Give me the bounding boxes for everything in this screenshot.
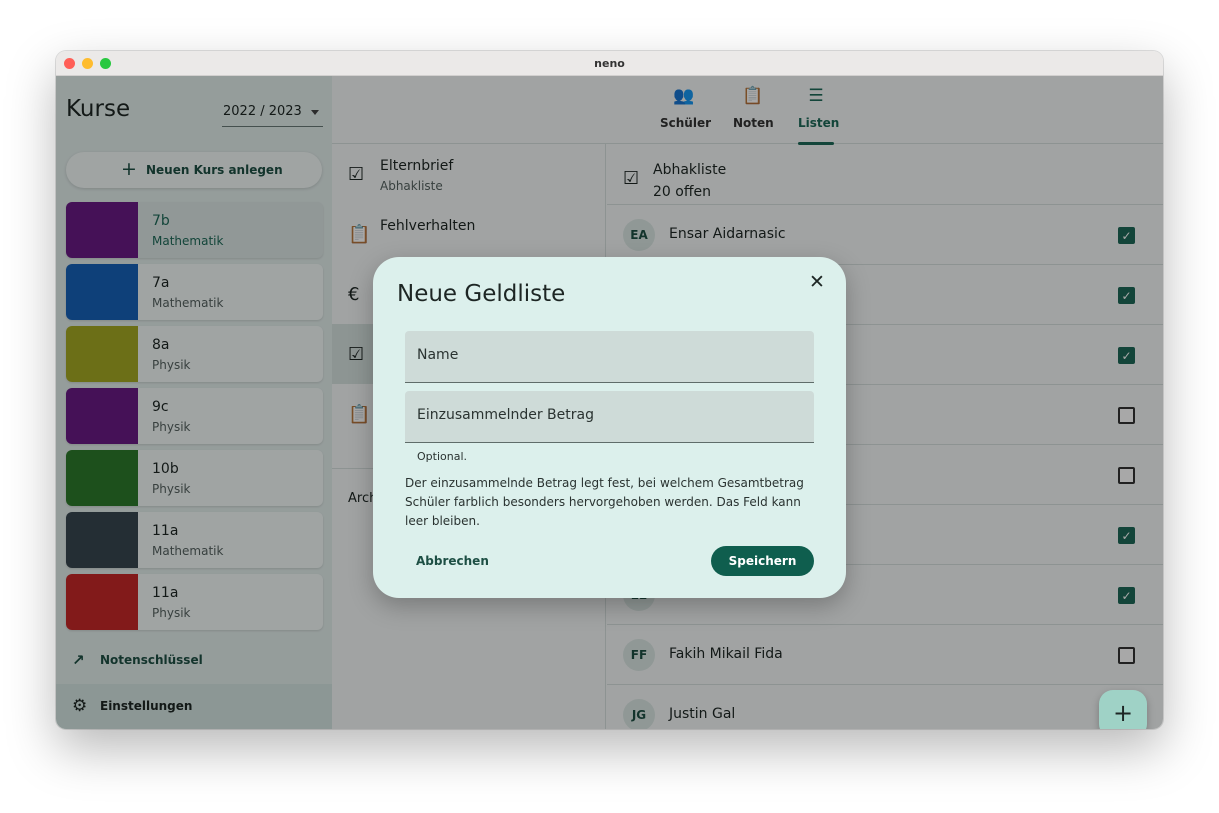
new-money-list-dialog: Neue Geldliste ✕ Name Einzusammelnder Be… <box>373 257 846 598</box>
amount-field[interactable]: Einzusammelnder Betrag <box>405 391 814 443</box>
amount-helper-text: Optional. <box>417 450 468 463</box>
save-button[interactable]: Speichern <box>711 546 814 576</box>
name-placeholder: Name <box>417 347 459 363</box>
window-title: neno <box>594 57 625 70</box>
dialog-title: Neue Geldliste <box>397 281 566 307</box>
amount-placeholder: Einzusammelnder Betrag <box>417 407 594 423</box>
close-icon[interactable]: ✕ <box>809 271 825 293</box>
title-bar: neno <box>56 51 1163 76</box>
app-window: neno Kurse 2022 / 2023 + Neuen Kurs anle… <box>56 51 1163 729</box>
cancel-button[interactable]: Abbrechen <box>416 554 489 568</box>
app-content: Kurse 2022 / 2023 + Neuen Kurs anlegen 7… <box>56 76 1163 729</box>
name-field[interactable]: Name <box>405 331 814 383</box>
dialog-description: Der einzusammelnde Betrag legt fest, bei… <box>405 476 804 528</box>
add-fab-button[interactable]: + <box>1099 690 1147 729</box>
